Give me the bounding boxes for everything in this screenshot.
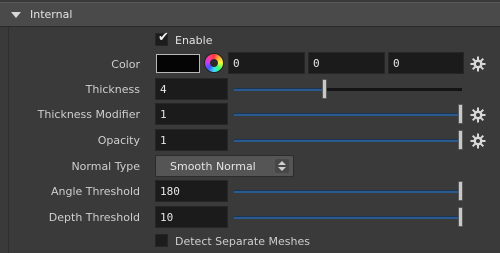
- opacity-slider-fill[interactable]: [234, 139, 461, 142]
- opacity-label: Opacity: [97, 134, 140, 147]
- color-gear-icon[interactable]: [470, 56, 486, 72]
- thickness-modifier-slider-handle[interactable]: [458, 104, 463, 124]
- enable-label: Enable: [175, 34, 213, 47]
- color-g-field[interactable]: 0: [308, 52, 385, 74]
- thickness-slider-track[interactable]: [325, 88, 462, 91]
- angle-threshold-slider-handle[interactable]: [458, 181, 463, 201]
- depth-threshold-field[interactable]: 10: [155, 206, 228, 228]
- thickness-field[interactable]: 4: [155, 78, 228, 100]
- section-title: Internal: [30, 8, 73, 21]
- thickness-modifier-field[interactable]: 1: [155, 103, 228, 125]
- thickness-label: Thickness: [85, 83, 140, 96]
- thickness-slider-handle[interactable]: [322, 79, 327, 99]
- angle-threshold-slider-fill[interactable]: [234, 190, 461, 193]
- opacity-gear-icon[interactable]: [470, 133, 486, 149]
- thickness-modifier-slider-fill[interactable]: [234, 113, 461, 116]
- angle-threshold-label: Angle Threshold: [50, 185, 140, 198]
- color-wheel-icon[interactable]: [204, 53, 224, 73]
- updown-caret-icon: [275, 159, 289, 173]
- depth-threshold-slider-handle[interactable]: [458, 207, 463, 227]
- checkmark-icon: ✔: [158, 30, 169, 45]
- detect-separate-meshes-checkbox[interactable]: [155, 234, 168, 247]
- normal-type-dropdown[interactable]: Smooth Normal: [155, 155, 294, 177]
- thickness-slider-fill[interactable]: [234, 88, 325, 91]
- thickness-modifier-label: Thickness Modifier: [37, 108, 140, 121]
- color-b-field[interactable]: 0: [388, 52, 464, 74]
- normal-type-label: Normal Type: [71, 160, 140, 173]
- enable-checkbox[interactable]: ✔: [155, 30, 169, 46]
- color-r-field[interactable]: 0: [228, 52, 305, 74]
- thickness-modifier-gear-icon[interactable]: [470, 107, 486, 123]
- color-label: Color: [111, 58, 140, 71]
- opacity-field[interactable]: 1: [155, 129, 228, 151]
- opacity-slider-handle[interactable]: [458, 130, 463, 150]
- color-swatch[interactable]: [156, 54, 200, 73]
- depth-threshold-slider-fill[interactable]: [234, 216, 461, 219]
- depth-threshold-label: Depth Threshold: [48, 211, 140, 224]
- panel-indent-line: [8, 27, 9, 253]
- collapse-triangle-icon[interactable]: [11, 12, 21, 18]
- detect-separate-meshes-label: Detect Separate Meshes: [175, 235, 310, 248]
- section-header-internal[interactable]: Internal: [0, 2, 500, 27]
- angle-threshold-field[interactable]: 180: [155, 180, 228, 202]
- normal-type-value: Smooth Normal: [170, 160, 256, 173]
